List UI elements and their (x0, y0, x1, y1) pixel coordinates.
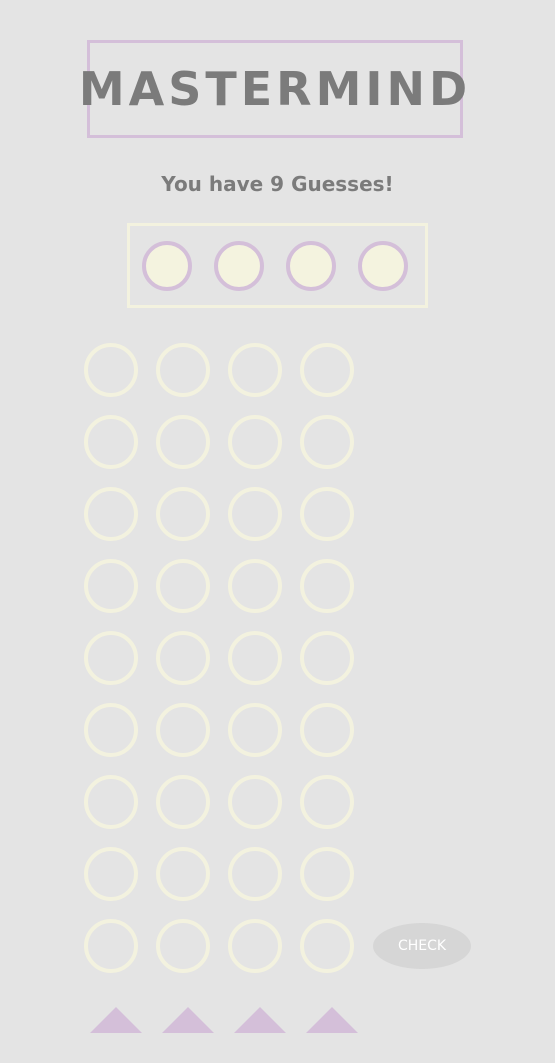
guess-peg-slot[interactable] (84, 415, 138, 469)
secret-peg (142, 241, 192, 291)
guess-peg-slot[interactable] (300, 559, 354, 613)
guess-peg-slot[interactable] (300, 703, 354, 757)
guess-peg-slot[interactable] (300, 415, 354, 469)
guess-peg-slot[interactable] (228, 559, 282, 613)
guess-peg-slot[interactable] (156, 559, 210, 613)
guess-peg-slot[interactable] (84, 919, 138, 973)
color-selector-button-2[interactable] (162, 1007, 214, 1033)
check-button[interactable]: CHECK (373, 923, 471, 969)
color-selector-button-3[interactable] (234, 1007, 286, 1033)
guess-peg-slot[interactable] (84, 343, 138, 397)
guess-peg-slot[interactable] (156, 775, 210, 829)
page-title: MASTERMIND (78, 62, 472, 116)
guess-peg-slot[interactable] (156, 631, 210, 685)
guess-peg-slot[interactable] (84, 487, 138, 541)
guess-peg-slot[interactable] (156, 847, 210, 901)
guess-peg-slot[interactable] (84, 703, 138, 757)
title-box: MASTERMIND (79, 40, 467, 138)
guess-peg-slot[interactable] (156, 703, 210, 757)
guess-peg-slot[interactable] (228, 919, 282, 973)
guess-peg-slot[interactable] (228, 415, 282, 469)
guess-peg-slot[interactable] (300, 847, 354, 901)
guess-peg-slot[interactable] (228, 343, 282, 397)
guess-peg-slot[interactable] (228, 775, 282, 829)
guess-peg-slot[interactable] (84, 775, 138, 829)
color-selector-button-4[interactable] (306, 1007, 358, 1033)
guess-peg-slot[interactable] (156, 487, 210, 541)
secret-peg (358, 241, 408, 291)
guesses-remaining-text: You have 9 Guesses! (161, 172, 394, 196)
guess-peg-slot[interactable] (228, 631, 282, 685)
guess-peg-slot[interactable] (156, 415, 210, 469)
guess-peg-slot[interactable] (300, 343, 354, 397)
color-selector-button-1[interactable] (90, 1007, 142, 1033)
guess-peg-slot[interactable] (300, 631, 354, 685)
secret-peg (286, 241, 336, 291)
guess-peg-slot[interactable] (84, 631, 138, 685)
secret-peg (214, 241, 264, 291)
guess-peg-slot[interactable] (156, 343, 210, 397)
secret-code-box (127, 223, 428, 308)
guess-peg-slot[interactable] (84, 559, 138, 613)
guess-peg-slot[interactable] (228, 703, 282, 757)
guess-peg-slot[interactable] (228, 487, 282, 541)
guess-peg-slot[interactable] (156, 919, 210, 973)
guess-peg-slot[interactable] (228, 847, 282, 901)
guess-peg-slot[interactable] (300, 919, 354, 973)
check-button-label: CHECK (397, 938, 447, 954)
guess-peg-slot[interactable] (300, 775, 354, 829)
guess-peg-slot[interactable] (84, 847, 138, 901)
guess-peg-slot[interactable] (300, 487, 354, 541)
